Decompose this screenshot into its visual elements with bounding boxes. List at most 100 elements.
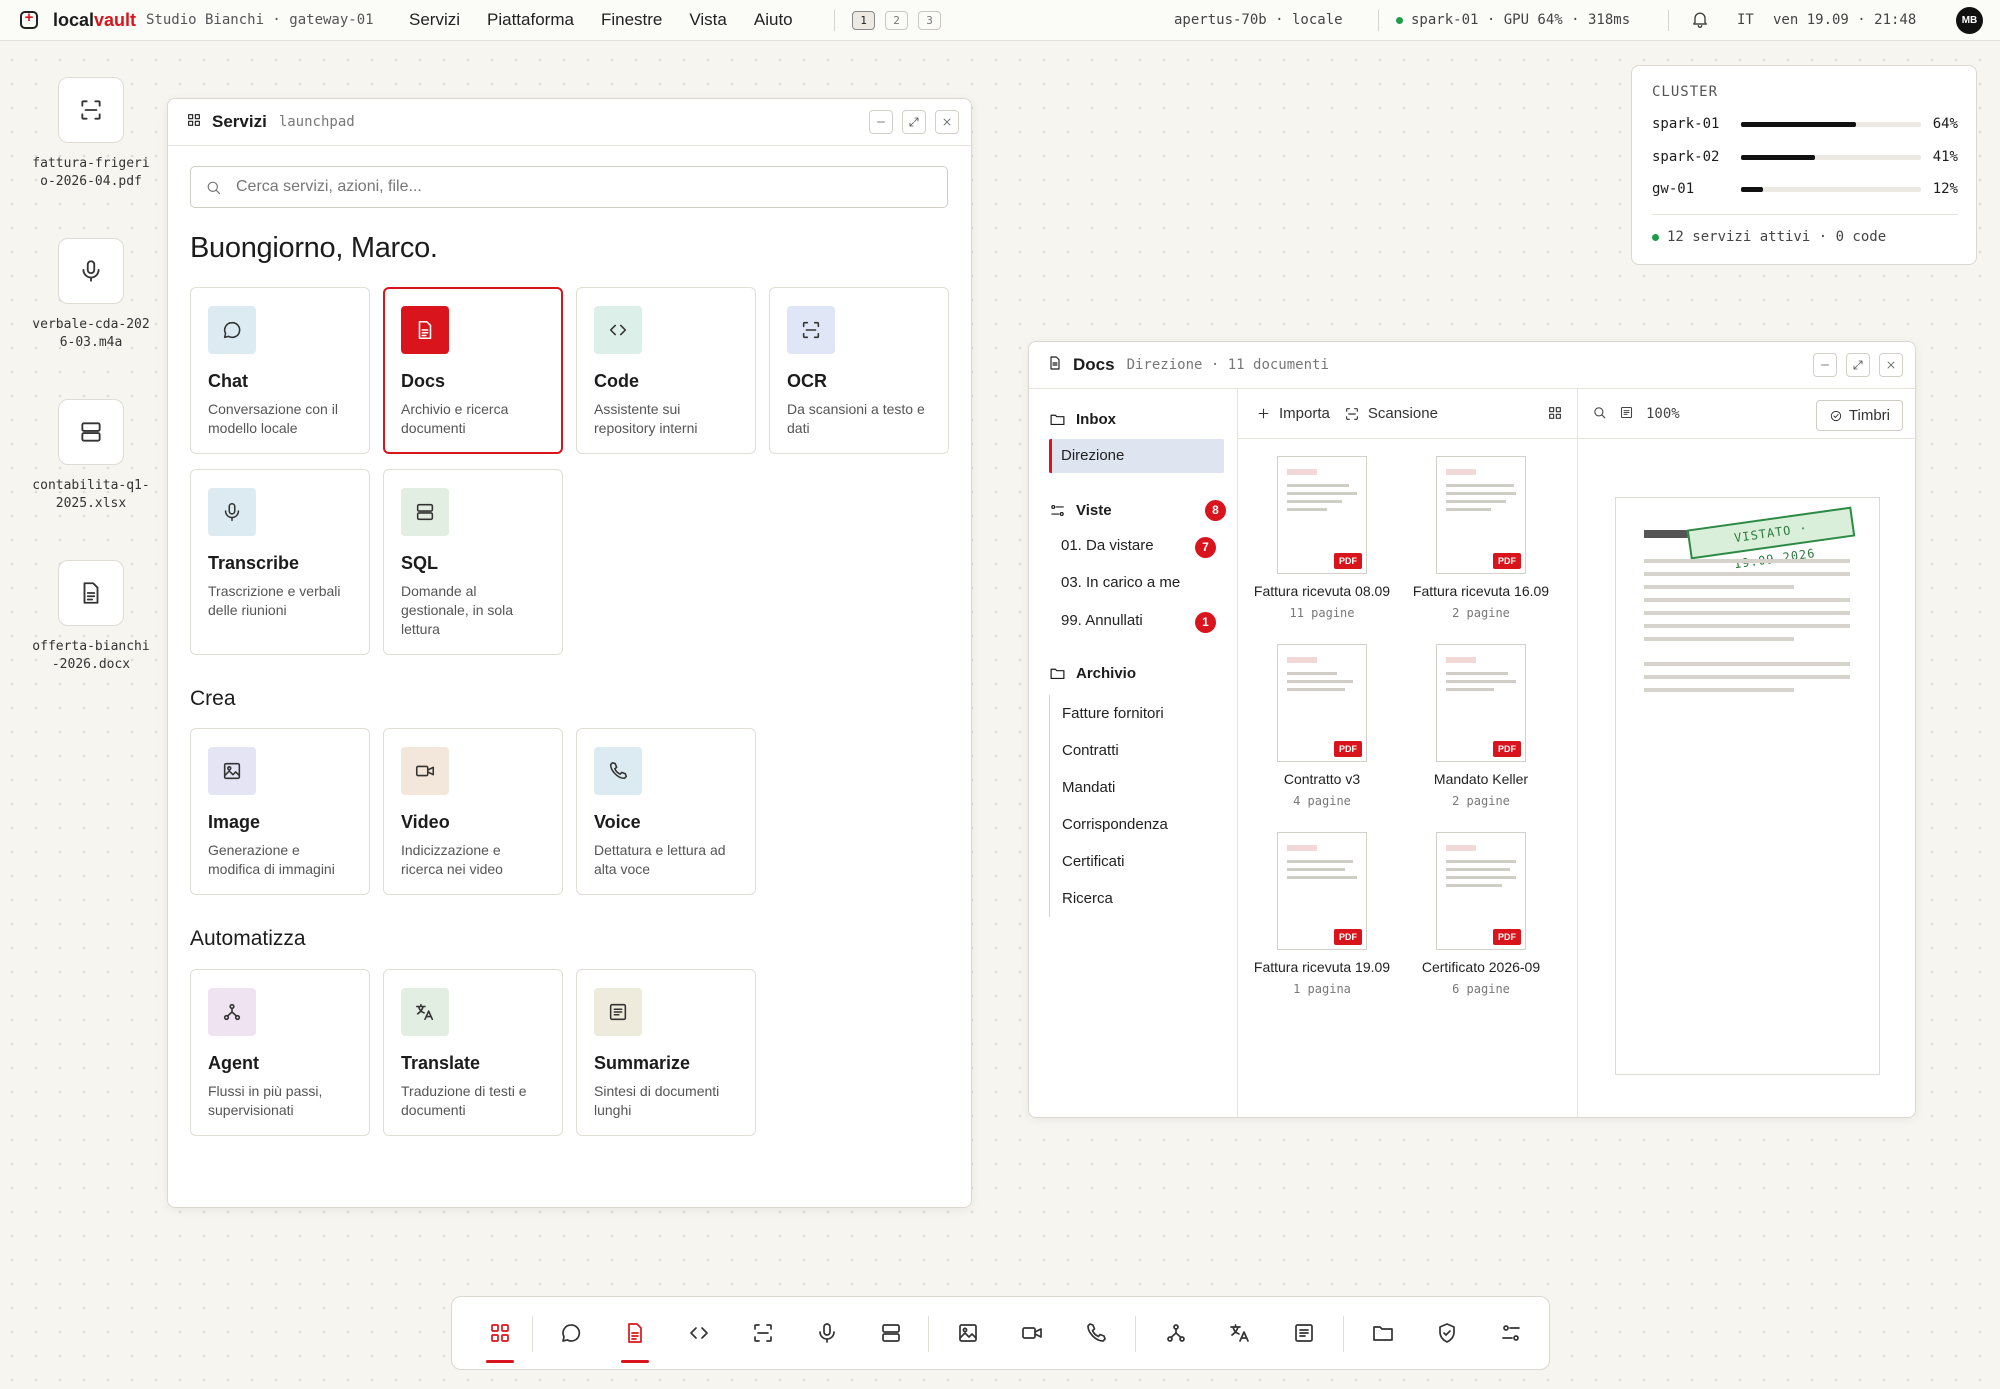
dock-shield-icon[interactable]: [1424, 1310, 1470, 1356]
desktop-file-name: contabilita-q1-2025.xlsx: [32, 478, 150, 511]
menu-servizi[interactable]: Servizi: [409, 10, 460, 30]
document-page-icon: PDF: [1277, 832, 1367, 950]
window-titlebar[interactable]: Servizi launchpad: [168, 99, 971, 146]
dock-image-icon[interactable]: [945, 1310, 991, 1356]
service-card-summarize[interactable]: Summarize Sintesi di documenti lunghi: [576, 969, 756, 1136]
group-viste[interactable]: Viste 8: [1049, 500, 1226, 521]
service-description: Dettatura e lettura ad alta voce: [594, 842, 726, 877]
sidebar-item-in-carico[interactable]: 03. In carico a me: [1049, 566, 1224, 600]
service-card-ocr[interactable]: OCR Da scansioni a testo e dati: [769, 287, 949, 454]
dock-phone-icon[interactable]: [1073, 1310, 1119, 1356]
stamps-label: Timbri: [1848, 407, 1890, 424]
group-archivio[interactable]: Archivio: [1049, 665, 1136, 682]
dock-agent-icon[interactable]: [1153, 1310, 1199, 1356]
node-status[interactable]: spark-01 · GPU 64% · 318ms: [1396, 12, 1630, 28]
scan-button[interactable]: Scansione: [1344, 405, 1438, 422]
service-card-chat[interactable]: Chat Conversazione con il modello locale: [190, 287, 370, 454]
document-icon: [401, 306, 449, 354]
language-selector[interactable]: IT: [1737, 12, 1754, 28]
dock-code-icon[interactable]: [676, 1310, 722, 1356]
dock-summary-icon[interactable]: [1281, 1310, 1327, 1356]
document-thumbnail[interactable]: PDF Fattura ricevuta 19.09 1 pagina: [1243, 832, 1401, 996]
desktop-file[interactable]: verbale-cda-2026-03.m4a: [26, 238, 156, 352]
dock-video-icon[interactable]: [1009, 1310, 1055, 1356]
service-card-voice[interactable]: Voice Dettatura e lettura ad alta voce: [576, 728, 756, 895]
brand-part-a: local: [53, 10, 95, 30]
avatar[interactable]: MB: [1956, 7, 1983, 34]
service-card-translate[interactable]: Translate Traduzione di testi e document…: [383, 969, 563, 1136]
document-thumbnail[interactable]: PDF Fattura ricevuta 16.09 2 pagine: [1402, 456, 1560, 620]
group-inbox[interactable]: Inbox: [1049, 411, 1116, 428]
desktop-file[interactable]: fattura-frigerio-2026-04.pdf: [26, 77, 156, 191]
grid-icon: [186, 112, 202, 133]
workspace-3[interactable]: 3: [918, 11, 941, 30]
document-thumbnail[interactable]: PDF Certificato 2026-09 6 pagine: [1402, 832, 1560, 996]
sidebar-item-corrispondenza[interactable]: Corrispondenza: [1049, 806, 1224, 843]
divider: [1668, 10, 1669, 31]
dock-folder-icon[interactable]: [1360, 1310, 1406, 1356]
maximize-button[interactable]: [1846, 353, 1870, 377]
service-description: Trascrizione e verbali delle riunioni: [208, 583, 341, 618]
folder-icon: [1050, 668, 1065, 680]
sidebar-item-ricerca[interactable]: Ricerca: [1049, 880, 1224, 917]
document-icon: [1047, 355, 1063, 376]
sidebar-item-certificati[interactable]: Certificati: [1049, 843, 1224, 880]
service-card-docs[interactable]: Docs Archivio e ricerca documenti: [383, 287, 563, 454]
service-card-code[interactable]: Code Assistente sui repository interni: [576, 287, 756, 454]
stamps-button[interactable]: Timbri: [1815, 400, 1903, 431]
maximize-button[interactable]: [902, 110, 926, 134]
zoom-level[interactable]: 100%: [1646, 406, 1680, 422]
menu-piattaforma[interactable]: Piattaforma: [487, 10, 574, 30]
page-icon[interactable]: [1619, 405, 1634, 423]
service-card-agent[interactable]: Agent Flussi in più passi, supervisionat…: [190, 969, 370, 1136]
service-card-sql[interactable]: SQL Domande al gestionale, in sola lettu…: [383, 469, 563, 655]
dock-scan-icon[interactable]: [740, 1310, 786, 1356]
workspace-1[interactable]: 1: [852, 11, 875, 30]
dock-mic-icon[interactable]: [804, 1310, 850, 1356]
menu-vista[interactable]: Vista: [689, 10, 727, 30]
docs-window: Docs Direzione · 11 documenti Inbox Dire…: [1028, 341, 1916, 1118]
service-description: Archivio e ricerca documenti: [401, 401, 509, 436]
minimize-button[interactable]: [869, 110, 893, 134]
bell-icon[interactable]: [1690, 9, 1710, 34]
close-button[interactable]: [1879, 353, 1903, 377]
sidebar-item-direzione[interactable]: Direzione: [1049, 439, 1224, 473]
search-input[interactable]: Cerca servizi, azioni, file...: [190, 166, 948, 208]
service-card-image[interactable]: Image Generazione e modifica di immagini: [190, 728, 370, 895]
dock-settings-icon[interactable]: [1488, 1310, 1534, 1356]
service-card-transcribe[interactable]: Transcribe Trascrizione e verbali delle …: [190, 469, 370, 655]
docs-sidebar: Inbox Direzione Viste 8 01. Da vistare 7 …: [1029, 389, 1238, 1117]
dock-document-icon[interactable]: [612, 1310, 658, 1363]
dock-translate-icon[interactable]: [1217, 1310, 1263, 1356]
docs-preview: 100% Timbri VISTATO · 19.09.2026: [1578, 389, 1915, 1117]
desktop-file[interactable]: offerta-bianchi-2026.docx: [26, 560, 156, 674]
search-icon[interactable]: [1592, 405, 1607, 423]
document-thumbnail[interactable]: PDF Fattura ricevuta 08.09 11 pagine: [1243, 456, 1401, 620]
workspace-2[interactable]: 2: [885, 11, 908, 30]
approval-stamp[interactable]: VISTATO · 19.09.2026: [1686, 506, 1856, 571]
sidebar-item-contratti[interactable]: Contratti: [1049, 732, 1224, 769]
model-indicator[interactable]: apertus-70b · locale: [1174, 12, 1343, 28]
sidebar-item-da-vistare[interactable]: 01. Da vistare 7: [1049, 529, 1224, 563]
grid-view-icon[interactable]: [1547, 405, 1563, 425]
service-card-video[interactable]: Video Indicizzazione e ricerca nei video: [383, 728, 563, 895]
menu-finestre[interactable]: Finestre: [601, 10, 662, 30]
import-button[interactable]: Importa: [1256, 405, 1330, 422]
sidebar-item-mandati[interactable]: Mandati: [1049, 769, 1224, 806]
dock-chat-icon[interactable]: [548, 1310, 594, 1356]
close-button[interactable]: [935, 110, 959, 134]
document-thumbnail[interactable]: PDF Contratto v3 4 pagine: [1243, 644, 1401, 808]
sidebar-item-annullati[interactable]: 99. Annullati 1: [1049, 604, 1224, 638]
window-titlebar[interactable]: Docs Direzione · 11 documenti: [1029, 342, 1915, 389]
dock-database-icon[interactable]: [868, 1310, 914, 1356]
mic-icon: [208, 488, 256, 536]
preview-page[interactable]: VISTATO · 19.09.2026: [1615, 497, 1880, 1075]
minimize-button[interactable]: [1813, 353, 1837, 377]
desktop-file[interactable]: contabilita-q1-2025.xlsx: [26, 399, 156, 513]
document-name: Fattura ricevuta 16.09: [1412, 583, 1550, 599]
dock-apps-icon[interactable]: [477, 1310, 523, 1363]
menu-aiuto[interactable]: Aiuto: [754, 10, 793, 30]
sidebar-item-fatture-fornitori[interactable]: Fatture fornitori: [1049, 695, 1224, 732]
image-icon: [208, 747, 256, 795]
document-thumbnail[interactable]: PDF Mandato Keller 2 pagine: [1402, 644, 1560, 808]
